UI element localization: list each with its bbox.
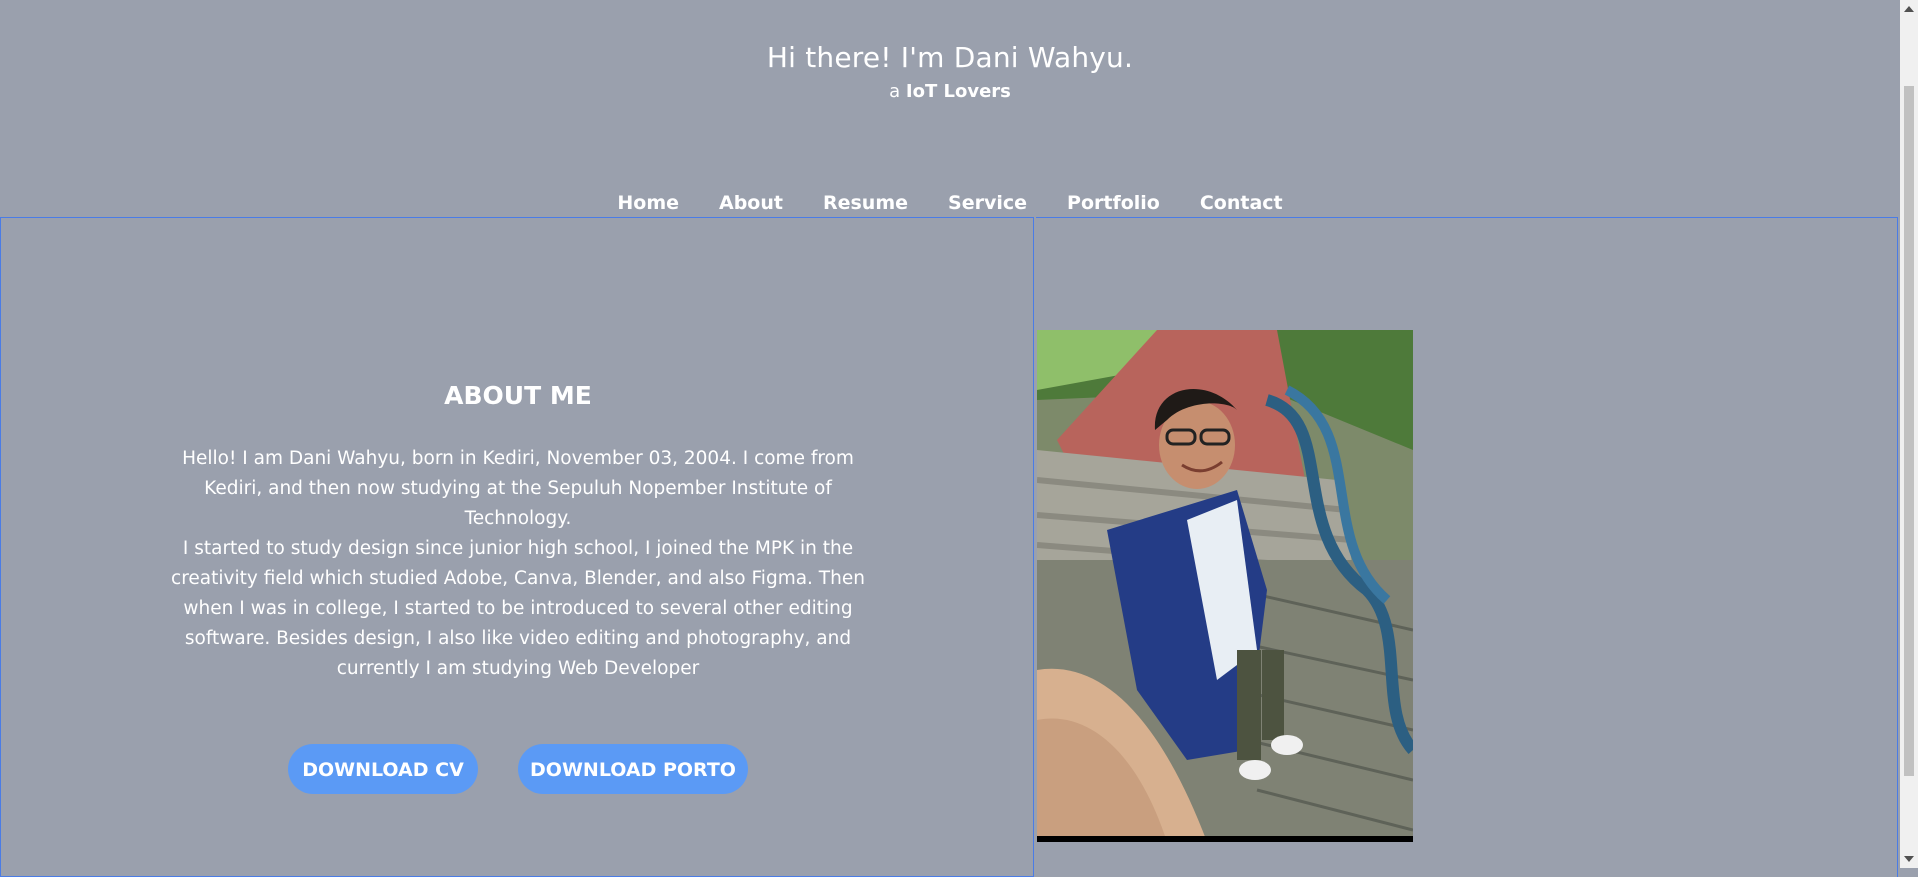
nav-about[interactable]: About	[699, 190, 803, 216]
nav-service[interactable]: Service	[928, 190, 1047, 216]
tagline: a IoT Lovers	[0, 80, 1900, 104]
download-cv-button[interactable]: DOWNLOAD CV	[288, 744, 478, 794]
page: Hi there! I'm Dani Wahyu. a IoT Lovers H…	[0, 0, 1900, 877]
nav-home[interactable]: Home	[597, 190, 699, 216]
nav-portfolio[interactable]: Portfolio	[1047, 190, 1180, 216]
tagline-prefix: a	[889, 81, 906, 102]
about-title: ABOUT ME	[444, 381, 592, 410]
nav-contact[interactable]: Contact	[1180, 190, 1303, 216]
tagline-strong: IoT Lovers	[905, 81, 1011, 102]
nav-resume[interactable]: Resume	[803, 190, 928, 216]
download-porto-button[interactable]: DOWNLOAD PORTO	[518, 744, 748, 794]
profile-photo-image	[1037, 330, 1413, 842]
profile-photo	[1037, 330, 1413, 842]
scrollbar-thumb[interactable]	[1904, 86, 1914, 776]
main-nav: Home About Resume Service Portfolio Cont…	[0, 190, 1900, 216]
about-paragraph-1: Hello! I am Dani Wahyu, born in Kediri, …	[182, 448, 854, 529]
scroll-down-arrow-icon[interactable]	[1904, 856, 1914, 862]
about-paragraph-2: I started to study design since junior h…	[171, 538, 865, 679]
scroll-up-arrow-icon[interactable]	[1904, 6, 1914, 12]
greeting-title: Hi there! I'm Dani Wahyu.	[766, 41, 1134, 74]
vertical-scrollbar[interactable]	[1900, 0, 1918, 868]
